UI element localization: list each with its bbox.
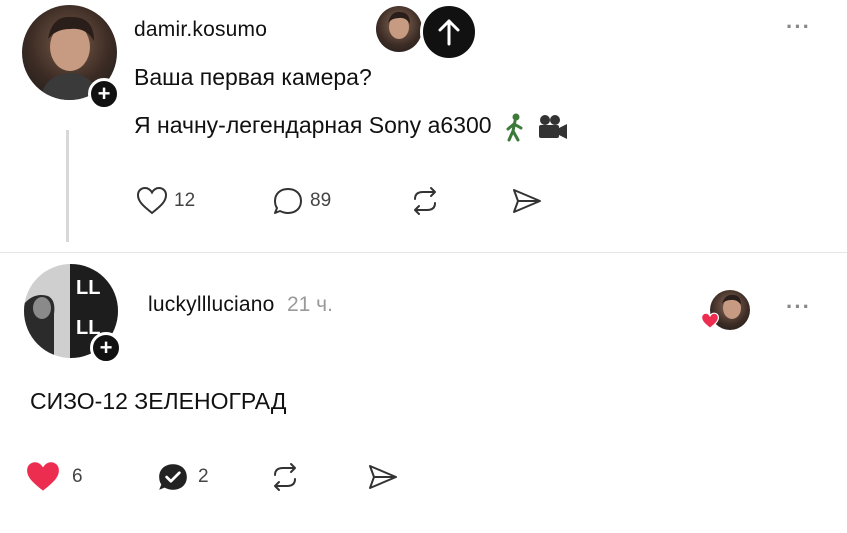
reply-more-button[interactable]: ··· bbox=[786, 294, 811, 320]
liked-by-author-heart-icon bbox=[700, 312, 720, 330]
post-username[interactable]: damir.kosumo bbox=[134, 18, 267, 42]
send-icon bbox=[513, 189, 541, 213]
reply-follow-plus-icon[interactable]: + bbox=[90, 332, 122, 364]
reply-timestamp: 21 ч. bbox=[286, 293, 333, 316]
reply-share-button[interactable] bbox=[366, 462, 400, 492]
person-walking-icon bbox=[502, 112, 528, 142]
heart-outline-icon bbox=[136, 186, 168, 215]
post-text-line1: Ваша первая камера? bbox=[134, 64, 372, 90]
reply-comment-button[interactable]: 2 bbox=[156, 460, 209, 494]
post-share-button[interactable] bbox=[510, 186, 544, 216]
send-icon bbox=[369, 465, 397, 489]
post-like-button[interactable]: 12 bbox=[136, 186, 195, 216]
post-text-line2-text: Я начну-легендарная Sony a6300 bbox=[134, 112, 492, 138]
post-follow-plus-icon[interactable]: + bbox=[88, 78, 120, 110]
comment-bubble-icon bbox=[274, 188, 302, 214]
arrow-up-icon bbox=[438, 19, 460, 46]
post-comment-count: 89 bbox=[310, 190, 332, 211]
reply-like-count: 6 bbox=[72, 466, 83, 487]
comment-bubble-filled-icon bbox=[159, 464, 187, 490]
reply-text: СИЗО-12 ЗЕЛЕНОГРАД bbox=[30, 388, 287, 414]
post-text-line2: Я начну-легендарная Sony a6300 bbox=[134, 108, 570, 142]
svg-text:LL: LL bbox=[76, 277, 100, 299]
post-like-count: 12 bbox=[174, 190, 196, 211]
collab-avatar[interactable] bbox=[376, 6, 422, 52]
thread-line bbox=[66, 130, 69, 242]
repost-icon bbox=[414, 187, 436, 215]
heart-filled-icon bbox=[27, 462, 59, 491]
reply-header: luckyllluciano 21 ч. bbox=[148, 293, 333, 317]
reply-like-button[interactable]: 6 bbox=[24, 460, 83, 494]
repost-icon bbox=[274, 463, 296, 491]
reply-username[interactable]: luckyllluciano bbox=[148, 293, 275, 316]
post-repost-button[interactable] bbox=[408, 186, 442, 216]
scroll-up-button[interactable] bbox=[420, 3, 478, 61]
post-comment-button[interactable]: 89 bbox=[272, 186, 331, 216]
movie-camera-icon bbox=[536, 112, 570, 142]
reply-repost-button[interactable] bbox=[268, 462, 302, 492]
post-more-button[interactable]: ··· bbox=[786, 14, 811, 40]
reply-comment-count: 2 bbox=[198, 466, 209, 487]
post-divider bbox=[0, 252, 847, 253]
